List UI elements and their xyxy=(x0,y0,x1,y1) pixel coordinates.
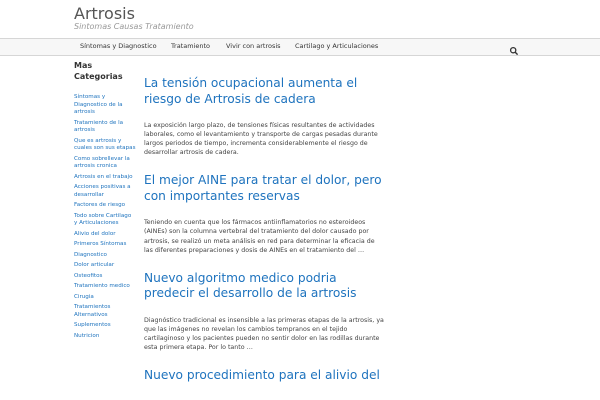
site-title[interactable]: Artrosis xyxy=(74,4,135,23)
category-item: Osteofitos xyxy=(74,273,136,281)
category-link[interactable]: Síntomas y Diagnostico de la artrosis xyxy=(74,94,123,115)
category-item: Como sobrellevar la artrosis cronica xyxy=(74,156,136,171)
category-link[interactable]: Factores de riesgo xyxy=(74,202,125,208)
category-link[interactable]: Alivio del dolor xyxy=(74,231,116,237)
post-excerpt: La exposición largo plazo, de tensiones … xyxy=(144,122,378,157)
sidebar: Mas Categorias Síntomas y Diagnostico de… xyxy=(74,60,136,343)
main-navigation: Síntomas y Diagnostico Tratamiento Vivir… xyxy=(0,38,600,56)
category-link[interactable]: Diagnostico xyxy=(74,252,107,258)
category-item: Factores de riesgo xyxy=(74,202,136,210)
post-title: Nuevo algoritmo medico podria predecir e… xyxy=(144,271,384,302)
category-link[interactable]: Tratamiento de la artrosis xyxy=(74,120,123,134)
post-title-link[interactable]: El mejor AINE para tratar el dolor, pero… xyxy=(144,173,382,203)
category-item: Todo sobre Cartilago y Articulaciones xyxy=(74,213,136,228)
category-item: Alivio del dolor xyxy=(74,231,136,239)
category-link[interactable]: Cirugia xyxy=(74,294,94,300)
category-item: Tratamiento medico xyxy=(74,283,136,291)
category-item: Tratamientos Alternativos xyxy=(74,304,136,319)
category-item: Nutricion xyxy=(74,333,136,341)
post-excerpt: Diagnóstico tradicional es insensible a … xyxy=(144,316,384,352)
category-list: Síntomas y Diagnostico de la artrosis Tr… xyxy=(74,94,136,340)
post-title-link[interactable]: Nuevo procedimiento para el alivio del xyxy=(144,368,380,382)
category-link[interactable]: Acciones positivas a desarrollar xyxy=(74,184,131,198)
nav-item-cartilago-articulaciones[interactable]: Cartilago y Articulaciones xyxy=(295,42,378,50)
category-item: Acciones positivas a desarrollar xyxy=(74,184,136,199)
post: Nuevo procedimiento para el alivio del xyxy=(144,368,384,384)
category-item: Dolor articular xyxy=(74,262,136,270)
category-link[interactable]: Primeros Síntomas xyxy=(74,241,126,247)
category-item: Diagnostico xyxy=(74,252,136,260)
category-item: Que es artrosis y cuales son sus etapas xyxy=(74,138,136,153)
post: La tensión ocupacional aumenta el riesgo… xyxy=(144,76,384,157)
post-title-link[interactable]: La tensión ocupacional aumenta el riesgo… xyxy=(144,76,357,106)
nav-item-sintomas-diagnostico[interactable]: Síntomas y Diagnostico xyxy=(80,42,157,50)
post-excerpt: Teniendo en cuenta que los fármacos anti… xyxy=(144,219,375,254)
category-item: Primeros Síntomas xyxy=(74,241,136,249)
category-item: Síntomas y Diagnostico de la artrosis xyxy=(74,94,136,117)
nav-item-tratamiento[interactable]: Tratamiento xyxy=(171,42,210,50)
category-link[interactable]: Dolor articular xyxy=(74,262,114,268)
category-link[interactable]: Tratamiento medico xyxy=(74,283,130,289)
category-item: Cirugia xyxy=(74,294,136,302)
site-header: Artrosis Sintomas Causas Tratamiento xyxy=(0,0,600,38)
category-item: Tratamiento de la artrosis xyxy=(74,120,136,135)
post-title: La tensión ocupacional aumenta el riesgo… xyxy=(144,76,384,107)
category-link[interactable]: Suplementos xyxy=(74,322,111,328)
search-icon[interactable] xyxy=(509,41,519,56)
category-item: Suplementos xyxy=(74,322,136,330)
post: Nuevo algoritmo medico podria predecir e… xyxy=(144,271,384,352)
category-link[interactable]: Artrosis en el trabajo xyxy=(74,174,133,180)
post-title: El mejor AINE para tratar el dolor, pero… xyxy=(144,173,384,204)
category-item: Artrosis en el trabajo xyxy=(74,174,136,182)
category-link[interactable]: Osteofitos xyxy=(74,273,102,279)
category-link[interactable]: Nutricion xyxy=(74,333,99,339)
post-title: Nuevo procedimiento para el alivio del xyxy=(144,368,384,384)
sidebar-title: Mas Categorias xyxy=(74,61,123,81)
main-content: La tensión ocupacional aumenta el riesgo… xyxy=(144,76,384,400)
post-title-link[interactable]: Nuevo algoritmo medico podria predecir e… xyxy=(144,271,356,301)
category-link[interactable]: Todo sobre Cartilago y Articulaciones xyxy=(74,213,131,227)
category-link[interactable]: Como sobrellevar la artrosis cronica xyxy=(74,156,130,170)
site-description: Sintomas Causas Tratamiento xyxy=(74,22,194,31)
category-link[interactable]: Tratamientos Alternativos xyxy=(74,304,110,318)
category-link[interactable]: Que es artrosis y cuales son sus etapas xyxy=(74,138,136,152)
post: El mejor AINE para tratar el dolor, pero… xyxy=(144,173,384,254)
nav-item-vivir-con-artrosis[interactable]: Vivir con artrosis xyxy=(226,42,281,50)
